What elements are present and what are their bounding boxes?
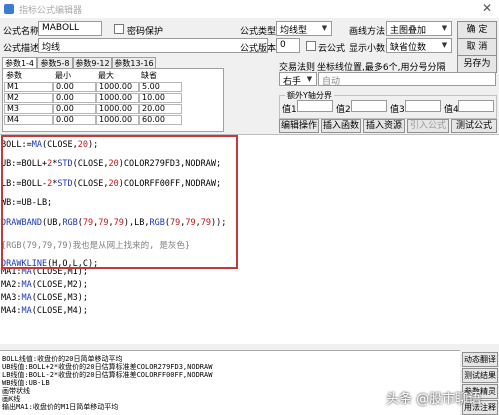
window-title: 指标公式编辑器 — [19, 6, 83, 16]
save-as-button[interactable]: 另存为 — [457, 55, 497, 73]
decimals-label: 显示小数 — [349, 44, 386, 54]
axis-value2-input[interactable] — [351, 100, 387, 112]
confirm-button[interactable]: 确 定 — [457, 21, 497, 39]
param-default-cell[interactable]: 20.00 — [139, 103, 182, 114]
cloud-checkbox[interactable] — [306, 41, 316, 51]
insert-resource-button[interactable]: 插入资源 — [363, 119, 405, 133]
param-default-cell[interactable]: 5.00 — [139, 81, 182, 92]
draw-select[interactable]: 主图叠加 ▼ — [386, 21, 452, 36]
name-input[interactable]: MABOLL — [38, 21, 102, 36]
param-min-cell[interactable]: 0.00 — [53, 81, 96, 92]
version-label: 公式版本 — [240, 44, 277, 54]
param-header: 最大 — [98, 71, 114, 80]
code-token: (CLOSE,M3); — [31, 293, 89, 303]
import-formula-button[interactable]: 引入公式 — [407, 119, 449, 133]
param-name-cell[interactable]: M4 — [4, 114, 53, 125]
param-max-cell[interactable]: 1000.00 — [96, 114, 139, 125]
chevron-down-icon: ▼ — [441, 24, 448, 32]
version-input[interactable]: 0 — [276, 38, 300, 53]
code-line: MA4:MA(CLOSE,M4); — [1, 306, 88, 316]
output-line: 输出MA1:收盘价的M1日简单移动平均 — [2, 403, 119, 411]
desc-input[interactable]: 均线 — [38, 38, 268, 53]
code-token: MA — [21, 280, 32, 290]
axis-value1-input[interactable] — [297, 100, 333, 112]
tab-params-9-12[interactable]: 参数9-12 — [73, 57, 112, 68]
table-row: M3 0.00 1000.00 20.00 — [4, 103, 182, 114]
axis-value1-label: 值1 — [282, 105, 297, 115]
hand-select[interactable]: 右手 ▼ — [279, 72, 317, 86]
highlight-box — [1, 135, 238, 269]
param-default-cell[interactable]: 10.00 — [139, 92, 182, 103]
table-row: M2 0.00 1000.00 10.00 — [4, 92, 182, 103]
axis-value4-label: 值4 — [444, 105, 459, 115]
param-name-cell[interactable]: M2 — [4, 92, 53, 103]
axis-value2-label: 值2 — [336, 105, 351, 115]
decimals-select-value: 缺省位数 — [390, 43, 427, 53]
axis-value4-input[interactable] — [458, 100, 494, 112]
type-label: 公式类型 — [240, 27, 277, 37]
param-header: 参数 — [6, 71, 22, 80]
edit-ops-button[interactable]: 编辑操作 — [279, 119, 319, 133]
chevron-down-icon: ▼ — [441, 41, 448, 49]
desc-label: 公式描述 — [3, 44, 40, 54]
type-select-value: 均线型 — [280, 26, 308, 36]
tab-params-5-8[interactable]: 参数5-8 — [37, 57, 73, 68]
password-label: 密码保护 — [127, 27, 164, 37]
chevron-down-icon: ▼ — [321, 24, 328, 32]
tab-params-13-16[interactable]: 参数13-16 — [112, 57, 156, 68]
param-min-cell[interactable]: 0.00 — [53, 103, 96, 114]
code-token: MA3: — [1, 293, 22, 303]
password-checkbox[interactable] — [114, 24, 124, 34]
param-name-cell[interactable]: M1 — [4, 81, 53, 92]
dynamic-translate-button[interactable]: 动态翻译 — [462, 352, 498, 367]
param-header: 最小 — [55, 71, 71, 80]
axis-value3-label: 值3 — [390, 105, 405, 115]
param-table: 参数 最小 最大 缺省 M1 0.00 1000.00 5.00 M2 0.00… — [4, 70, 182, 125]
code-token: MA — [21, 293, 32, 303]
param-max-cell[interactable]: 1000.00 — [96, 103, 139, 114]
formula-editor-window: 指标公式编辑器 ✕ 公式名称 MABOLL 密码保护 公式描述 均线 公式类型 … — [0, 0, 499, 415]
code-token: (CLOSE,M2); — [31, 280, 89, 290]
chevron-down-icon: ▼ — [306, 75, 313, 83]
param-header: 缺省 — [141, 71, 157, 80]
draw-label: 画线方法 — [349, 27, 386, 37]
close-icon[interactable]: ✕ — [479, 1, 495, 16]
param-min-cell[interactable]: 0.00 — [53, 92, 96, 103]
code-token: MA — [21, 306, 32, 316]
insert-function-button[interactable]: 插入函数 — [321, 119, 361, 133]
test-result-button[interactable]: 测试结果 — [462, 368, 498, 383]
table-row: M1 0.00 1000.00 5.00 — [4, 81, 182, 92]
app-icon — [4, 4, 14, 14]
param-default-cell[interactable]: 60.00 — [139, 114, 182, 125]
name-label: 公式名称 — [3, 27, 40, 37]
coord-input[interactable]: 自动 — [318, 72, 496, 86]
table-row: M4 0.00 1000.00 60.00 — [4, 114, 182, 125]
code-line: MA3:MA(CLOSE,M3); — [1, 293, 88, 303]
code-line: MA2:MA(CLOSE,M2); — [1, 280, 88, 290]
cloud-label: 云公式 — [318, 44, 346, 54]
param-max-cell[interactable]: 1000.00 — [96, 81, 139, 92]
test-formula-button[interactable]: 测试公式 — [451, 119, 497, 133]
hand-select-value: 右手 — [283, 77, 302, 86]
code-token: MA4: — [1, 306, 22, 316]
code-token: (CLOSE,M4); — [31, 306, 89, 316]
decimals-select[interactable]: 缺省位数 ▼ — [386, 38, 452, 53]
param-name-cell[interactable]: M3 — [4, 103, 53, 114]
code-token: MA2: — [1, 280, 22, 290]
axis-value3-input[interactable] — [405, 100, 441, 112]
title-bar: 指标公式编辑器 ✕ — [0, 0, 499, 18]
draw-select-value: 主图叠加 — [390, 26, 427, 36]
cancel-button[interactable]: 取 消 — [457, 38, 497, 56]
watermark-text: 头条 @股市聊语 — [386, 392, 482, 407]
param-min-cell[interactable]: 0.00 — [53, 114, 96, 125]
type-select[interactable]: 均线型 ▼ — [276, 21, 332, 36]
param-max-cell[interactable]: 1000.00 — [96, 92, 139, 103]
